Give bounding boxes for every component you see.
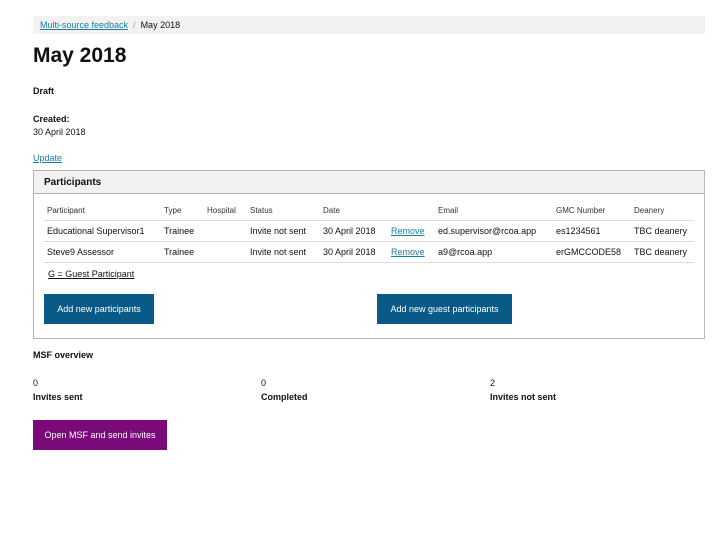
column-header-type: Type [160,201,203,221]
column-header-hospital: Hospital [203,201,246,221]
participant-name: Steve9 Assessor [43,241,160,263]
column-header-participant: Participant [43,201,160,221]
table-header-row: Participant Type Hospital Status Date Em… [43,201,694,221]
participant-gmc-number: es1234561 [552,220,630,242]
participant-name: Educational Supervisor1 [43,220,160,242]
column-header-email: Email [434,201,552,221]
remove-participant-link[interactable]: Remove [391,226,425,236]
table-row: Educational Supervisor1 Trainee Invite n… [43,220,694,242]
participant-date: 30 April 2018 [319,220,387,242]
participant-date: 30 April 2018 [319,241,387,263]
add-new-participants-button[interactable]: Add new participants [44,294,154,324]
table-row: Steve9 Assessor Trainee Invite not sent … [43,241,694,263]
breadcrumb-link-msf[interactable]: Multi-source feedback [40,20,128,30]
participant-type: Trainee [160,241,203,263]
participants-table: Participant Type Hospital Status Date Em… [43,201,694,263]
status-label: Draft [33,86,55,96]
page-title: May 2018 [33,44,127,67]
created-label: Created: [33,114,70,124]
participants-panel: Participants Participant Type Hospital S… [33,170,705,339]
breadcrumb-separator: / [133,20,136,30]
participant-hospital [203,241,246,263]
participant-deanery: TBC deanery [630,220,694,242]
add-new-guest-participants-button[interactable]: Add new guest participants [377,294,512,324]
participant-email: ed.supervisor@rcoa.app [434,220,552,242]
column-header-gmc-number: GMC Number [552,201,630,221]
column-header-deanery: Deanery [630,201,694,221]
column-header-action [387,201,434,221]
invites-sent-label: Invites sent [33,392,83,402]
completed-label: Completed [261,392,308,402]
participant-status: Invite not sent [246,241,319,263]
guest-participant-legend: G = Guest Participant [48,269,135,279]
invites-not-sent-label: Invites not sent [490,392,557,402]
msf-overview-title: MSF overview [33,350,94,360]
completed-count: 0 [261,378,267,388]
column-header-date: Date [319,201,387,221]
participants-heading: Participants [34,171,704,194]
participant-gmc-number: erGMCCODE58 [552,241,630,263]
participant-type: Trainee [160,220,203,242]
update-link[interactable]: Update [33,153,62,163]
participant-hospital [203,220,246,242]
invites-sent-count: 0 [33,378,39,388]
breadcrumb: Multi-source feedback / May 2018 [33,16,705,34]
participant-email: a9@rcoa.app [434,241,552,263]
open-msf-send-invites-button[interactable]: Open MSF and send invites [33,420,167,450]
participant-status: Invite not sent [246,220,319,242]
column-header-status: Status [246,201,319,221]
invites-not-sent-count: 2 [490,378,496,388]
breadcrumb-current: May 2018 [140,20,181,30]
remove-participant-link[interactable]: Remove [391,247,425,257]
created-date: 30 April 2018 [33,127,86,137]
participant-deanery: TBC deanery [630,241,694,263]
